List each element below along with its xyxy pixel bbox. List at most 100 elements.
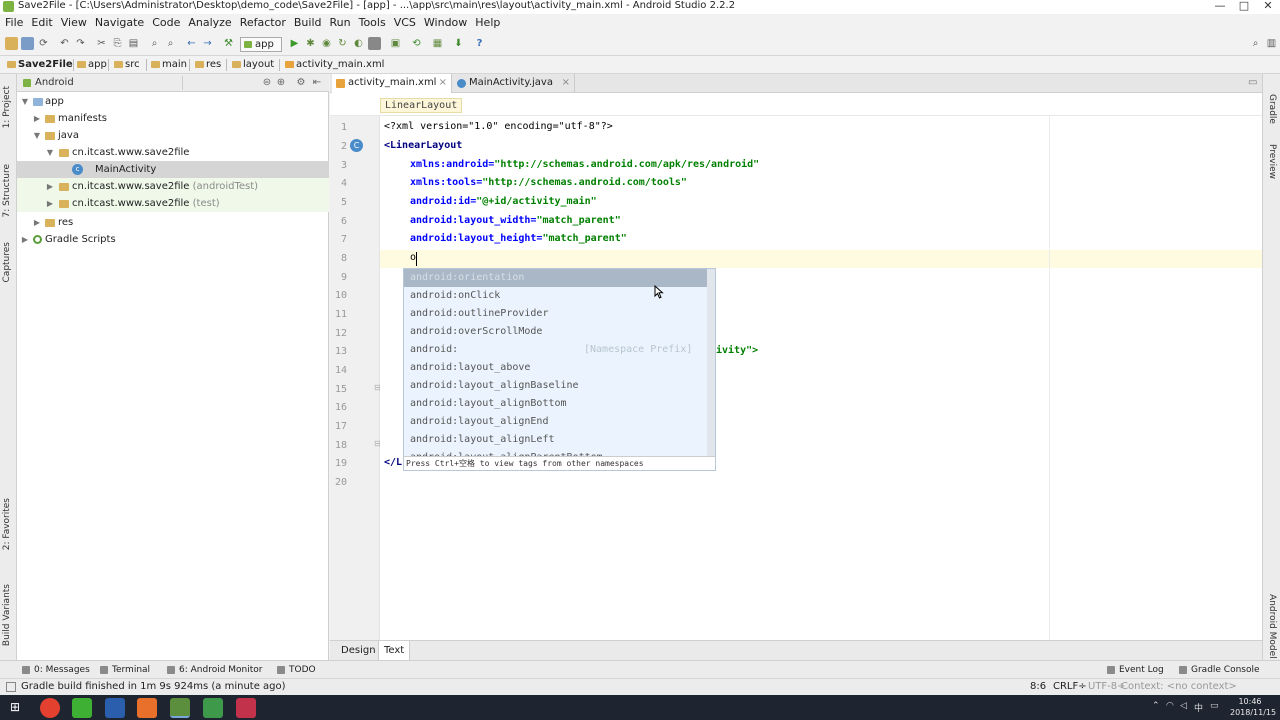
tool-event-log[interactable]: Event Log — [1107, 661, 1164, 679]
attach-debugger-icon[interactable]: ◉ — [320, 37, 333, 50]
menu-tools[interactable]: Tools — [356, 14, 389, 32]
help-icon[interactable]: ? — [473, 37, 486, 50]
breadcrumb-res[interactable]: res — [194, 56, 221, 73]
breadcrumb-project[interactable]: Save2File — [6, 56, 73, 73]
menu-navigate[interactable]: Navigate — [92, 14, 147, 32]
run-icon[interactable]: ▶ — [288, 37, 301, 50]
menu-help[interactable]: Help — [472, 14, 503, 32]
chrome-icon[interactable] — [40, 698, 60, 718]
tab-text[interactable]: Text — [378, 641, 411, 661]
tool-tab-build-variants[interactable]: Build Variants — [2, 584, 12, 646]
close-button[interactable]: ✕ — [1256, 0, 1280, 13]
apply-changes-icon[interactable]: ↻ — [336, 37, 349, 50]
layout-icon[interactable]: ▥ — [1265, 37, 1278, 50]
completion-item[interactable]: android:layout_alignBaseline — [404, 377, 707, 395]
tool-app-icon[interactable] — [236, 698, 256, 718]
tool-tab-android-model[interactable]: Android Model — [1267, 594, 1277, 659]
run-config-dropdown[interactable]: app — [240, 37, 282, 52]
save-icon[interactable] — [21, 37, 34, 50]
tray-arrow-icon[interactable]: ⌃ — [1152, 701, 1160, 711]
maximize-button[interactable]: □ — [1232, 0, 1256, 13]
breadcrumb-main[interactable]: main — [150, 56, 187, 73]
collapse-icon[interactable]: ▶ — [45, 178, 55, 195]
sdk-manager-icon[interactable]: ▦ — [431, 37, 444, 50]
tree-item-manifests[interactable]: ▶ manifests — [17, 110, 329, 127]
network-icon[interactable]: ◠ — [1166, 701, 1174, 711]
android-device-monitor-icon[interactable]: ⬇ — [452, 37, 465, 50]
tool-tab-captures[interactable]: Captures — [2, 242, 12, 282]
breadcrumb-app[interactable]: app — [76, 56, 107, 73]
tree-item-gradle-scripts[interactable]: ▶ Gradle Scripts — [17, 231, 329, 248]
menu-edit[interactable]: Edit — [28, 14, 55, 32]
volume-icon[interactable]: ◁ — [1180, 701, 1187, 711]
tool-tab-favorites[interactable]: 2: Favorites — [2, 498, 12, 550]
caret-position[interactable]: 8:6 — [1030, 679, 1046, 695]
tool-gradle-console[interactable]: Gradle Console — [1179, 661, 1260, 679]
stop-icon[interactable] — [368, 37, 381, 50]
menu-build[interactable]: Build — [291, 14, 325, 32]
menu-analyze[interactable]: Analyze — [185, 14, 234, 32]
class-gutter-icon[interactable]: C — [350, 139, 363, 152]
copy-icon[interactable]: ⎘ — [111, 37, 124, 50]
hide-panel-icon[interactable]: ⇤ — [311, 77, 323, 89]
scroll-from-source-icon[interactable]: ⊕ — [275, 77, 287, 89]
expand-icon[interactable]: ▼ — [32, 127, 42, 144]
gradle-sync-icon[interactable]: ⟲ — [410, 37, 423, 50]
menu-vcs[interactable]: VCS — [391, 14, 419, 32]
gear-icon[interactable]: ⚙ — [295, 77, 307, 89]
slides-icon[interactable] — [137, 698, 157, 718]
paste-icon[interactable]: ▤ — [127, 37, 140, 50]
breadcrumb-layout[interactable]: layout — [231, 56, 274, 73]
completion-item[interactable]: android:layout_alignEnd — [404, 413, 707, 431]
back-icon[interactable]: ← — [185, 37, 198, 50]
expand-icon[interactable]: ▼ — [45, 144, 55, 161]
profile-icon[interactable]: ◐ — [352, 37, 365, 50]
tree-item-res[interactable]: ▶ res — [17, 214, 329, 231]
menu-run[interactable]: Run — [327, 14, 354, 32]
minimize-button[interactable]: — — [1208, 0, 1232, 13]
collapse-icon[interactable]: ▶ — [32, 214, 42, 231]
breadcrumb-src[interactable]: src — [113, 56, 140, 73]
sync-icon[interactable]: ⟳ — [37, 37, 50, 50]
redo-icon[interactable]: ↷ — [74, 37, 87, 50]
completion-item[interactable]: android:overScrollMode — [404, 323, 707, 341]
close-tab-icon[interactable]: × — [439, 74, 447, 92]
open-icon[interactable] — [5, 37, 18, 50]
tree-item-java[interactable]: ▼ java — [17, 127, 329, 144]
sync-icon[interactable]: ⊜ — [261, 77, 273, 89]
windows-start-icon[interactable]: ⊞ — [10, 701, 20, 713]
tool-tab-gradle[interactable]: Gradle — [1267, 94, 1277, 124]
find-icon[interactable]: ⌕ — [148, 37, 161, 50]
collapse-icon[interactable]: ▶ — [32, 110, 42, 127]
tray-clock[interactable]: 10:46 2018/11/15 — [1230, 696, 1276, 718]
breadcrumb-file[interactable]: activity_main.xml — [284, 56, 384, 73]
code-completion-popup[interactable]: android:orientation android:onClick andr… — [403, 268, 716, 471]
tool-todo[interactable]: TODO — [277, 661, 316, 679]
tree-item-app[interactable]: ▼ app — [17, 93, 329, 110]
completion-item[interactable]: android:layout_alignBottom — [404, 395, 707, 413]
file-encoding[interactable]: UTF-8÷ — [1088, 679, 1126, 695]
keyboard-icon[interactable]: ▭ — [1210, 701, 1219, 711]
debug-icon[interactable]: ✱ — [304, 37, 317, 50]
tool-tab-preview[interactable]: Preview — [1267, 144, 1277, 179]
menu-view[interactable]: View — [58, 14, 90, 32]
word-icon[interactable] — [105, 698, 125, 718]
tree-item-mainactivity[interactable]: c MainActivity — [17, 161, 329, 178]
menu-refactor[interactable]: Refactor — [237, 14, 289, 32]
tool-terminal[interactable]: Terminal — [100, 661, 150, 679]
close-tab-icon[interactable]: × — [562, 74, 570, 92]
ime-icon[interactable]: 中 — [1194, 701, 1203, 714]
completion-item[interactable]: android:layout_above — [404, 359, 707, 377]
tab-mainactivity-java[interactable]: MainActivity.java × — [453, 74, 575, 93]
line-separator[interactable]: CRLF÷ — [1053, 679, 1087, 695]
tree-item-package-test[interactable]: ▶ cn.itcast.www.save2file (test) — [17, 195, 329, 212]
expand-icon[interactable]: ▼ — [20, 93, 30, 110]
tool-android-monitor[interactable]: 6: Android Monitor — [167, 661, 263, 679]
make-project-icon[interactable]: ⚒ — [222, 37, 235, 50]
tool-tab-structure[interactable]: 7: Structure — [2, 164, 12, 218]
tab-activity-main-xml[interactable]: activity_main.xml × — [332, 74, 452, 93]
undo-icon[interactable]: ↶ — [58, 37, 71, 50]
context-indicator[interactable]: Context: <no context> — [1121, 679, 1237, 695]
collapse-icon[interactable]: ▶ — [20, 231, 30, 248]
completion-item[interactable]: android: [Namespace Prefix] — [404, 341, 707, 359]
